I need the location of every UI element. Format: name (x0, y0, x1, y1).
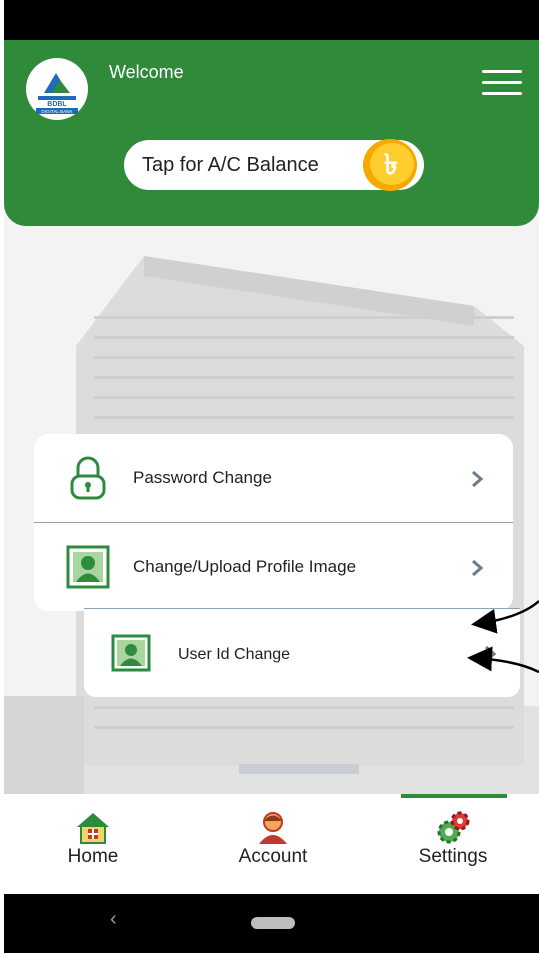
home-icon (77, 813, 109, 844)
app-screen: BDBL DIGITAL BANK Welcome Tap for A/C Ba… (4, 0, 539, 953)
hamburger-menu-icon[interactable] (482, 70, 522, 96)
home-gesture-pill[interactable] (251, 917, 295, 929)
settings-icon (437, 811, 470, 844)
user-id-change-row[interactable]: User Id Change (84, 608, 520, 697)
back-button[interactable]: ‹ (110, 908, 117, 931)
tab-home[interactable]: Home (18, 794, 168, 894)
taka-coin-icon: ৳ (363, 139, 417, 191)
chevron-right-icon (485, 645, 497, 663)
user-id-change-label: User Id Change (178, 646, 291, 663)
tab-account[interactable]: Account (198, 794, 348, 894)
status-bar (4, 0, 539, 40)
tab-account-label: Account (238, 846, 308, 867)
profile-image-row[interactable]: Change/Upload Profile Image (34, 523, 513, 611)
account-icon (259, 812, 287, 844)
bdbl-logo: BDBL DIGITAL BANK (26, 58, 88, 120)
logo-text-top: BDBL (47, 101, 67, 108)
profile-image-icon (66, 545, 110, 589)
welcome-text: Welcome (109, 62, 184, 82)
tab-settings-label: Settings (418, 846, 488, 867)
chevron-right-icon (472, 559, 484, 577)
balance-button-label: Tap for A/C Balance (142, 154, 319, 176)
profile-image-label: Change/Upload Profile Image (133, 557, 357, 576)
app-header: BDBL DIGITAL BANK Welcome Tap for A/C Ba… (4, 40, 539, 226)
chevron-right-icon (472, 470, 484, 488)
balance-button[interactable]: Tap for A/C Balance ৳ (124, 139, 424, 191)
system-navigation-bar: ‹ (4, 894, 539, 953)
logo-text-bottom: DIGITAL BANK (41, 109, 73, 114)
password-change-label: Password Change (133, 468, 272, 487)
password-change-row[interactable]: Password Change (34, 434, 513, 522)
tab-settings[interactable]: Settings (378, 794, 528, 894)
bottom-navigation: Home Account Settings (4, 794, 539, 894)
user-id-icon (111, 634, 151, 672)
taka-symbol: ৳ (384, 148, 398, 181)
lock-icon (70, 456, 106, 500)
tab-home-label: Home (67, 846, 119, 867)
settings-card: Password Change Change/Upload Profile Im… (34, 434, 513, 611)
